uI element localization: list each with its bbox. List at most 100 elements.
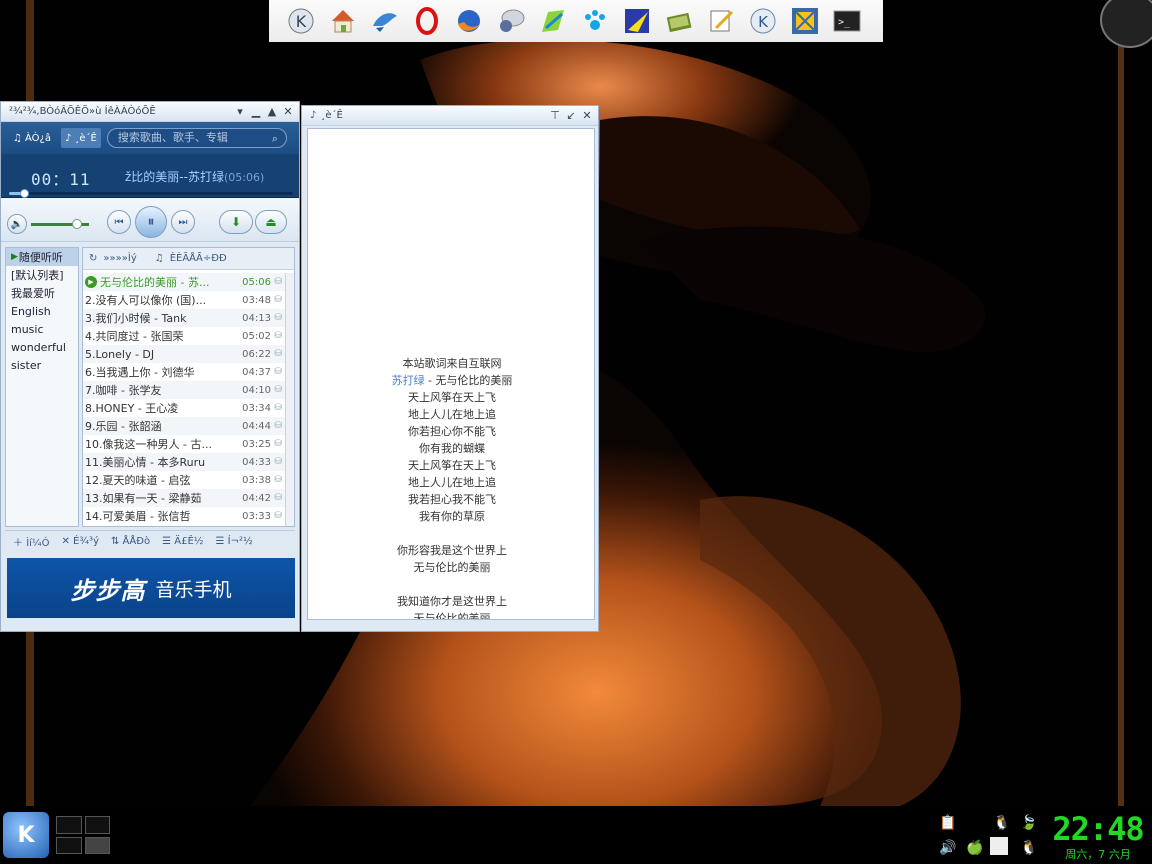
song-list-scrollbar[interactable] [285,273,294,526]
add-button[interactable]: ＋ Ìí¼Ó [13,534,49,549]
song-title: 无与伦比的美丽 - 苏... [100,276,210,289]
playlist-item[interactable]: 我最爱听 [6,284,78,302]
kde-icon[interactable]: K [745,4,781,38]
tab-library[interactable]: ♫ ÀÒ¿â [9,128,55,148]
song-row[interactable]: ▶ 无与伦比的美丽 - 苏... 05:06 ⛁ [83,273,285,291]
progress-knob[interactable] [20,189,30,198]
song-row[interactable]: 11.美丽心情 - 本多Ruru 04:33 ⛁ [83,453,285,471]
star-icon[interactable] [619,4,655,38]
song-row[interactable]: 6.当我遇上你 - 刘德华 04:37 ⛁ [83,363,285,381]
song-action-icon[interactable]: ⛁ [271,439,285,449]
status-icon[interactable]: 🍃 [1017,812,1041,834]
eject-button[interactable]: ⏏ [255,210,287,234]
song-row[interactable]: 13.如果有一天 - 梁静茹 04:42 ⛁ [83,489,285,507]
search-icon[interactable]: ⌕ [268,132,282,145]
opera-icon[interactable] [409,4,445,38]
player-titlebar[interactable]: ²¾²¾,BÒóÂÕÊÕ»ù ÍêÀÀÒóÕÊ ▾ ▁ ▲ ✕ [1,102,299,122]
song-action-icon[interactable]: ⛁ [271,331,285,341]
song-action-icon[interactable]: ⛁ [271,367,285,377]
song-row[interactable]: 2.没有人可以像你 (国)... 03:48 ⛁ [83,291,285,309]
close-icon[interactable]: ✕ [581,110,593,122]
dock-icon[interactable]: ↙ [565,110,577,122]
playlist-item[interactable]: [默认列表] [6,266,78,284]
desktop-3[interactable] [56,836,82,854]
kate-icon[interactable] [535,4,571,38]
progress-bar[interactable] [9,189,293,198]
firefox-icon[interactable] [451,4,487,38]
song-action-icon[interactable]: ⛁ [271,421,285,431]
kopete-icon[interactable] [493,4,529,38]
settings-icon[interactable] [787,4,823,38]
sync-button[interactable]: ☰ Í¬²½ [215,536,252,547]
playlist-item[interactable]: wonderful [6,338,78,356]
menu-icon[interactable]: ▾ [234,106,246,118]
song-action-icon[interactable]: ⛁ [271,493,285,503]
search-input[interactable]: 搜索歌曲、歌手、专辑 ⌕ [106,128,287,148]
books-icon[interactable] [661,4,697,38]
song-row[interactable]: 3.我们小时候 - Tank 04:13 ⛁ [83,309,285,327]
song-row[interactable]: 9.乐园 - 张韶涵 04:44 ⛁ [83,417,285,435]
paw-icon[interactable] [577,4,613,38]
song-duration: 03:48 [242,294,271,306]
playlist-item[interactable]: sister [6,356,78,374]
pause-button[interactable]: ⏸ [135,206,167,238]
volume-knob[interactable] [72,219,83,229]
desktop-2[interactable] [84,816,110,834]
editor-icon[interactable] [703,4,739,38]
song-row[interactable]: 5.Lonely - DJ 06:22 ⛁ [83,345,285,363]
song-row[interactable]: 8.HONEY - 王心凌 03:34 ⛁ [83,399,285,417]
desktop-1[interactable] [56,816,82,834]
song-action-icon[interactable]: ⛁ [271,385,285,395]
speaker-icon[interactable]: 🔈 [7,214,27,234]
song-action-icon[interactable]: ⛁ [271,277,285,287]
kde-start-button[interactable]: K [3,812,49,858]
qq2-icon[interactable]: 🐧 [1017,837,1041,859]
song-row[interactable]: 12.夏天的味道 - 启弦 03:38 ⛁ [83,471,285,489]
minimize-icon[interactable]: ▁ [250,106,262,118]
sort-button[interactable]: ⇅ ÅÅÐò [111,536,150,547]
update-icon[interactable]: 🍏 [963,837,987,859]
download-button[interactable]: ⬇ [219,210,253,234]
song-row[interactable]: 10.像我这一种男人 - 古... 03:25 ⛁ [83,435,285,453]
song-action-icon[interactable]: ⛁ [271,457,285,467]
song-action-icon[interactable]: ⛁ [271,313,285,323]
home-icon[interactable] [325,4,361,38]
next-button[interactable]: ⏭ [171,210,195,234]
pin-icon[interactable]: ⊤ [549,110,561,122]
lyrics-window: ♪ ¸è´Ê ⊤ ↙ ✕ 本站歌词来自互联网 苏打绿 - 无与伦比的美丽 天上风筝在… [301,105,599,632]
list-header-right[interactable]: ÈÈÃÅÃ÷ÐÐ [170,253,227,264]
delete-button[interactable]: ✕ É¾³ý [61,536,99,547]
clipboard-icon[interactable]: 📋 [936,812,960,834]
previous-button[interactable]: ⏮ [107,210,131,234]
list-header-left[interactable]: »»»»Ìý [103,253,136,264]
playlist-item[interactable]: ▶ 随便听听 [6,248,78,266]
clock-time[interactable]: 22:48 [1046,810,1150,848]
kde-menu-icon[interactable]: K [283,4,319,38]
volume-slider[interactable] [31,219,89,229]
volume-icon[interactable]: 🔊 [936,837,960,859]
terminal-icon[interactable]: >_ [829,4,865,38]
song-action-icon[interactable]: ⛁ [271,295,285,305]
song-action-icon[interactable]: ⛁ [271,403,285,413]
desktop-4[interactable] [84,836,110,854]
blank-icon[interactable] [990,836,1008,855]
lyrics-text: 本站歌词来自互联网 苏打绿 - 无与伦比的美丽 天上风筝在天上飞 地上人儿在地上追 你若… [308,355,594,619]
qq-icon[interactable]: 🐧 [990,812,1014,834]
mini-mode-icon[interactable]: ▲ [266,106,278,118]
song-row[interactable]: 7.咖啡 - 张学友 04:10 ⛁ [83,381,285,399]
lyrics-titlebar[interactable]: ♪ ¸è´Ê ⊤ ↙ ✕ [302,106,598,126]
mode-button[interactable]: ☰ Ä£Ê½ [162,536,203,547]
playlist-item[interactable]: music [6,320,78,338]
close-icon[interactable]: ✕ [282,106,294,118]
song-action-icon[interactable]: ⛁ [271,511,285,521]
ad-banner[interactable]: 步步高 音乐手机 [7,558,295,618]
network-icon[interactable]: 🗺 [963,812,987,834]
tab-lyrics[interactable]: ♪ ¸è´Ê [60,128,101,148]
refresh-icon[interactable]: ↻ [89,253,97,264]
song-row[interactable]: 14.可爱美眉 - 张信哲 03:33 ⛁ [83,507,285,525]
playlist-item[interactable]: English [6,302,78,320]
konqueror-icon[interactable] [367,4,403,38]
song-row[interactable]: 4.共同度过 - 张国荣 05:02 ⛁ [83,327,285,345]
song-action-icon[interactable]: ⛁ [271,349,285,359]
song-action-icon[interactable]: ⛁ [271,475,285,485]
